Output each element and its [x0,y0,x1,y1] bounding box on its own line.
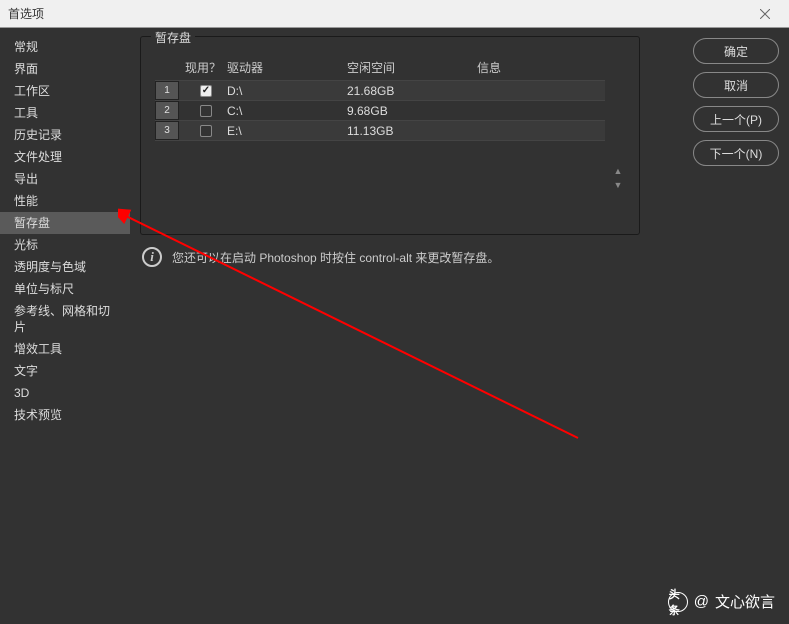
disk-table: 现用？ 驱动器 空闲空间 信息 1 D:\21.68GB 2 C:\9.68GB 3 E:… [155,55,605,220]
drive-cell: E:\ [227,124,347,138]
sidebar-item-16[interactable]: 技术预览 [0,404,130,426]
sidebar-item-7[interactable]: 性能 [0,190,130,212]
drive-cell: D:\ [227,84,347,98]
hint-text: 您还可以在启动 Photoshop 时按住 control-alt 来更改暂存盘… [172,249,499,266]
sidebar-item-10[interactable]: 透明度与色域 [0,256,130,278]
sidebar-item-6[interactable]: 导出 [0,168,130,190]
table-row[interactable]: 3 E:\11.13GB [155,120,605,140]
scratch-disk-panel: 暂存盘 现用？ 驱动器 空闲空间 信息 1D:\21.68GB2C:\9.68G… [140,36,640,235]
close-button[interactable] [749,0,781,27]
content-area: 暂存盘 现用？ 驱动器 空闲空间 信息 1 D:\21.68GB 2 C:\9.68G… [130,28,789,624]
table-row[interactable]: 1 D:\21.68GB [155,80,605,100]
watermark-logo: 头条 [668,592,688,612]
header-info: 信息 [477,59,605,76]
titlebar: 首选项 [0,0,789,28]
sidebar-item-1[interactable]: 界面 [0,58,130,80]
info-icon: i [142,247,162,267]
move-down-button[interactable]: ▼ [611,179,625,191]
table-header: 现用？ 驱动器 空闲空间 信息 [155,55,605,80]
row-index: 3 [155,121,179,140]
sidebar-item-3[interactable]: 工具 [0,102,130,124]
sidebar-item-13[interactable]: 增效工具 [0,338,130,360]
table-row[interactable]: 2 C:\9.68GB [155,100,605,120]
watermark-name: 文心欲言 [715,591,775,612]
active-checkbox[interactable] [200,125,212,137]
dialog-buttons: 确定 取消 上一个(P) 下一个(N) [693,38,779,166]
close-icon [760,9,770,19]
sidebar-item-0[interactable]: 常规 [0,36,130,58]
sidebar-item-8[interactable]: 暂存盘 [0,212,130,234]
sidebar-item-14[interactable]: 文字 [0,360,130,382]
ok-button[interactable]: 确定 [693,38,779,64]
move-up-button[interactable]: ▲ [611,165,625,177]
sidebar-item-9[interactable]: 光标 [0,234,130,256]
window-title: 首选项 [8,5,749,22]
watermark: 头条 @ 文心欲言 [668,591,775,612]
hint-row: i 您还可以在启动 Photoshop 时按住 control-alt 来更改暂… [140,247,779,267]
row-index: 2 [155,101,179,120]
next-button[interactable]: 下一个(N) [693,140,779,166]
sidebar-item-11[interactable]: 单位与标尺 [0,278,130,300]
active-checkbox[interactable] [200,105,212,117]
annotation-arrow [118,208,588,448]
empty-rows [155,140,605,220]
sidebar-item-5[interactable]: 文件处理 [0,146,130,168]
sidebar: 常规界面工作区工具历史记录文件处理导出性能暂存盘光标透明度与色域单位与标尺参考线… [0,28,130,624]
free-cell: 21.68GB [347,84,477,98]
cancel-button[interactable]: 取消 [693,72,779,98]
header-free: 空闲空间 [347,59,477,76]
free-cell: 11.13GB [347,124,477,138]
sidebar-item-4[interactable]: 历史记录 [0,124,130,146]
header-active: 现用？ [179,59,227,76]
sidebar-item-12[interactable]: 参考线、网格和切片 [0,300,130,338]
row-index: 1 [155,81,179,100]
active-checkbox[interactable] [200,85,212,97]
header-drive: 驱动器 [227,59,347,76]
sidebar-item-2[interactable]: 工作区 [0,80,130,102]
sidebar-item-15[interactable]: 3D [0,382,130,404]
panel-title: 暂存盘 [151,29,195,46]
watermark-at: @ [694,593,709,610]
drive-cell: C:\ [227,104,347,118]
prev-button[interactable]: 上一个(P) [693,106,779,132]
free-cell: 9.68GB [347,104,477,118]
